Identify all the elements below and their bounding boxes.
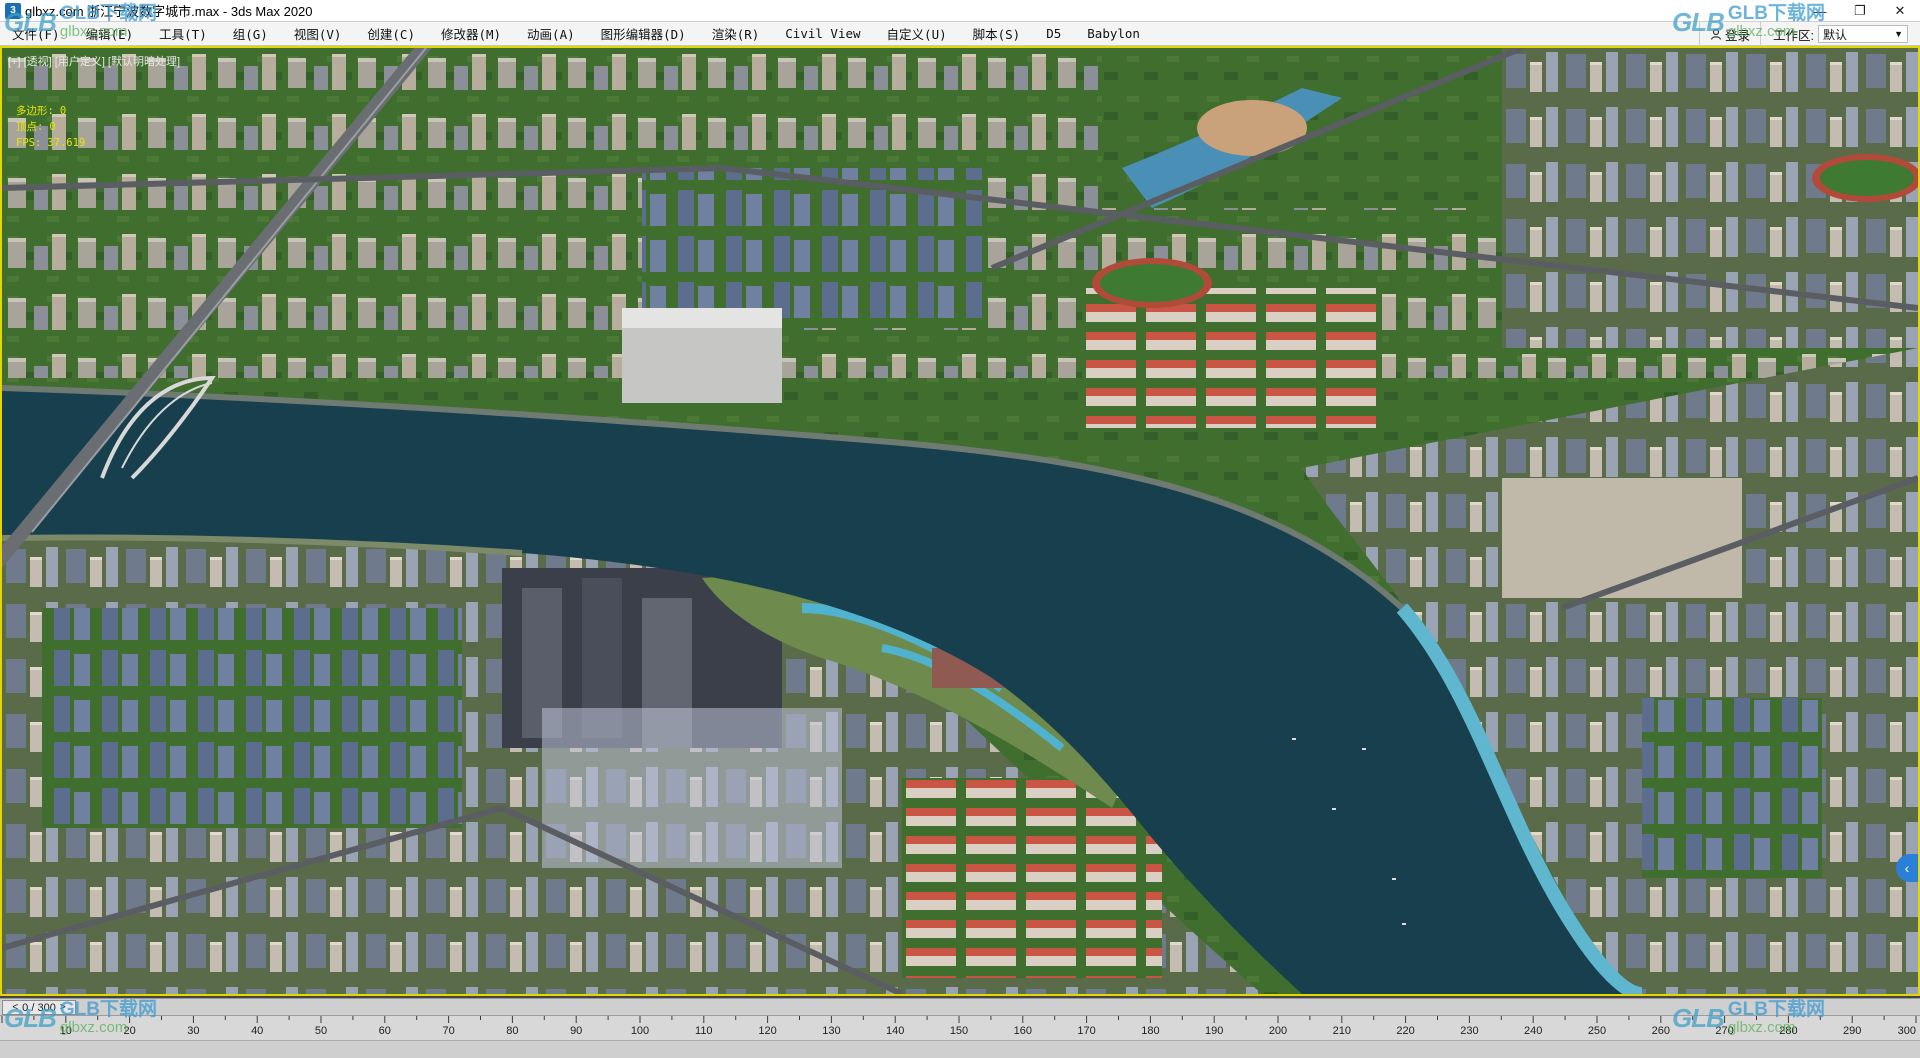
timeline-tick-label: 120 <box>758 1025 776 1037</box>
viewport-label[interactable]: [+] [透视] [用户定义] [默认明暗处理] <box>8 53 180 69</box>
window-title: glbxz.com 浙江宁波数字城市.max - 3ds Max 2020 <box>25 4 313 19</box>
stat-fps: FPS: 37.619 <box>16 135 85 151</box>
timeline-tick-label: 190 <box>1205 1025 1223 1037</box>
menu-bar: 文件(F) 编辑(E) 工具(T) 组(G) 视图(V) 创建(C) 修改器(M… <box>0 22 1920 46</box>
menu-babylon[interactable]: Babylon <box>1074 22 1153 46</box>
timeline-tick-label: 30 <box>187 1025 199 1037</box>
stat-polygons-value: 0 <box>59 105 67 117</box>
stat-vertices: 顶点: 0 <box>16 119 85 135</box>
timeline-tick-label: 130 <box>822 1025 840 1037</box>
timeline-tick-label: 200 <box>1269 1025 1287 1037</box>
workspace-label: 工作区: <box>1773 28 1814 43</box>
time-slider[interactable]: < 0 / 300 > <box>0 998 1920 1016</box>
timeline-tick-label: 100 <box>631 1025 649 1037</box>
timeline-tick-label: 110 <box>695 1025 713 1037</box>
app-icon[interactable]: 3 <box>5 2 21 19</box>
timeline-tick-label: 140 <box>886 1025 904 1037</box>
time-slider-thumb[interactable]: < 0 / 300 > <box>2 1000 76 1015</box>
stat-vertices-label: 顶点: <box>16 121 44 133</box>
timeline-tick-label: 270 <box>1715 1025 1733 1037</box>
title-bar: 3 glbxz.com 浙江宁波数字城市.max - 3ds Max 2020 … <box>0 0 1920 22</box>
timeline-tick-label: 150 <box>950 1025 968 1037</box>
timeline-tick-label: 180 <box>1141 1025 1159 1037</box>
menu-views[interactable]: 视图(V) <box>281 22 355 46</box>
city-scene-render[interactable] <box>2 48 1918 994</box>
viewport-statistics: 多边形: 0 顶点: 0 FPS: 37.619 <box>16 103 85 151</box>
workspace-value: 默认 <box>1823 27 1848 42</box>
timeline-tick-label: 280 <box>1779 1025 1797 1037</box>
stat-fps-label: FPS: <box>16 137 42 149</box>
menu-right-group: 登录 工作区: 默认 ▼ <box>1699 22 1920 46</box>
window-controls: — ❐ ✕ <box>1800 0 1920 22</box>
maximize-button[interactable]: ❐ <box>1840 0 1880 22</box>
user-icon <box>1710 28 1722 40</box>
timeline-tick-label: 290 <box>1843 1025 1861 1037</box>
login-button[interactable]: 登录 <box>1699 22 1760 46</box>
menu-edit[interactable]: 编辑(E) <box>73 22 147 46</box>
close-button[interactable]: ✕ <box>1880 0 1920 22</box>
chevron-left-icon[interactable]: ‹ <box>1896 854 1918 882</box>
timeline-tick-label: 300 <box>1898 1025 1916 1037</box>
chevron-down-icon: ▼ <box>1894 29 1903 39</box>
timeline-tick-label: 60 <box>379 1025 391 1037</box>
menu-file[interactable]: 文件(F) <box>0 22 73 46</box>
chevron-left-icon: < <box>12 1002 19 1013</box>
status-strip <box>0 1040 1920 1058</box>
timeline-tick-label: 230 <box>1460 1025 1478 1037</box>
menu-scripting[interactable]: 脚本(S) <box>960 22 1034 46</box>
menu-rendering[interactable]: 渲染(R) <box>699 22 773 46</box>
menu-modifiers[interactable]: 修改器(M) <box>428 22 514 46</box>
timeline-tick-label: 90 <box>570 1025 582 1037</box>
timeline-tick-label: 80 <box>506 1025 518 1037</box>
timeline-tick-label: 220 <box>1396 1025 1414 1037</box>
menu-civil-view[interactable]: Civil View <box>772 22 873 46</box>
chevron-right-icon: > <box>59 1002 66 1013</box>
login-label: 登录 <box>1725 28 1751 43</box>
timeline-tick-label: 70 <box>442 1025 454 1037</box>
timeline-tick-label: 260 <box>1652 1025 1670 1037</box>
track-bar[interactable]: 10 20 30 40 50 60 70 80 90 100 110 120 130 140 150 160 1… <box>0 1016 1920 1040</box>
perspective-viewport[interactable]: [+] [透视] [用户定义] [默认明暗处理] 多边形: 0 顶点: 0 FP… <box>0 46 1920 996</box>
stat-polygons: 多边形: 0 <box>16 103 85 119</box>
workspace-group: 工作区: 默认 ▼ <box>1760 22 1920 46</box>
timeline-tick-label: 20 <box>123 1025 135 1037</box>
timeline-tick-label: 50 <box>315 1025 327 1037</box>
menu-customize[interactable]: 自定义(U) <box>874 22 960 46</box>
timeline-tick-label: 40 <box>251 1025 263 1037</box>
menu-create[interactable]: 创建(C) <box>354 22 428 46</box>
timeline-ruler[interactable]: 10 20 30 40 50 60 70 80 90 100 110 120 130 140 150 160 1… <box>0 1016 1920 1040</box>
stat-vertices-value: 0 <box>49 121 56 133</box>
minimize-button[interactable]: — <box>1800 0 1840 22</box>
frame-display: 0 / 300 <box>22 1001 56 1014</box>
stat-polygons-label: 多边形: <box>16 105 54 117</box>
timeline-tick-label: 210 <box>1333 1025 1351 1037</box>
menu-graph-editors[interactable]: 图形编辑器(D) <box>588 22 699 46</box>
timeline-tick-label: 250 <box>1588 1025 1606 1037</box>
stat-fps-value: 37.619 <box>47 137 86 149</box>
timeline-tick-label: 170 <box>1077 1025 1095 1037</box>
menu-d5[interactable]: D5 <box>1033 22 1074 46</box>
timeline-tick-label: 240 <box>1524 1025 1542 1037</box>
menu-group[interactable]: 组(G) <box>220 22 281 46</box>
timeline-tick-label: 10 <box>60 1025 72 1037</box>
timeline-tick-label: 160 <box>1014 1025 1032 1037</box>
menu-tools[interactable]: 工具(T) <box>146 22 220 46</box>
menu-animation[interactable]: 动画(A) <box>514 22 588 46</box>
workspace-select[interactable]: 默认 ▼ <box>1818 25 1908 43</box>
